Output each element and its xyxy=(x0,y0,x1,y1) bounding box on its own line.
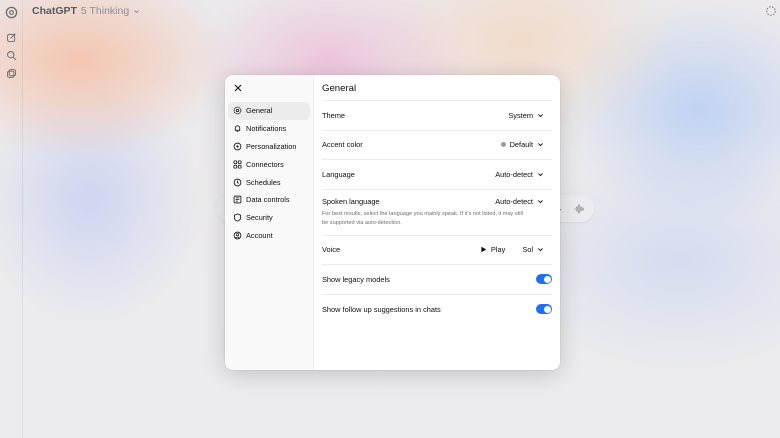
spoken-language-label: Spoken language xyxy=(322,197,380,206)
nav-item-schedules[interactable]: Schedules xyxy=(228,173,310,191)
theme-value: System xyxy=(508,110,533,120)
language-value: Auto-detect xyxy=(495,169,533,179)
nav-label: Connectors xyxy=(246,159,284,169)
voice-mode-icon[interactable] xyxy=(573,202,585,214)
voice-select[interactable]: Sol xyxy=(522,245,552,254)
accent-color-value: Default xyxy=(509,140,533,150)
spoken-language-description: For best results, select the language yo… xyxy=(322,211,523,226)
temporary-chat-icon[interactable] xyxy=(765,4,779,18)
spoken-language-value: Auto-detect xyxy=(495,197,533,206)
shield-icon xyxy=(233,213,242,222)
legacy-models-row: Show legacy models xyxy=(322,265,552,295)
nav-item-account[interactable]: Account xyxy=(228,227,310,245)
data-controls-icon xyxy=(233,196,242,204)
new-chat-icon[interactable] xyxy=(4,30,18,44)
close-icon xyxy=(234,84,242,92)
follow-up-suggestions-row: Show follow up suggestions in chats xyxy=(322,295,552,325)
nav-item-personalization[interactable]: Personalization xyxy=(228,138,310,156)
nav-item-general[interactable]: General xyxy=(228,102,310,120)
chevron-down-icon xyxy=(538,143,543,147)
chevron-down-icon xyxy=(538,172,543,176)
accent-color-select[interactable]: Default xyxy=(500,140,552,150)
gear-icon xyxy=(233,107,242,115)
accent-color-label: Accent color xyxy=(322,140,363,150)
left-rail xyxy=(0,0,23,438)
accent-color-row: Accent color Default xyxy=(322,131,552,160)
play-label: Play xyxy=(490,245,506,255)
settings-title: General xyxy=(322,75,552,101)
nav-item-connectors[interactable]: Connectors xyxy=(228,155,310,173)
chevron-down-icon xyxy=(538,248,543,252)
settings-nav: General Notifications Personalization Co… xyxy=(225,102,313,244)
nav-label: Personalization xyxy=(246,141,297,151)
account-icon xyxy=(233,231,242,240)
close-button[interactable] xyxy=(233,83,243,93)
nav-item-security[interactable]: Security xyxy=(228,209,310,227)
legacy-models-toggle[interactable] xyxy=(536,274,552,285)
spoken-language-row: Spoken language Auto-detect For best res… xyxy=(322,190,552,236)
theme-row: Theme System xyxy=(322,101,552,131)
follow-up-suggestions-label: Show follow up suggestions in chats xyxy=(322,304,441,314)
play-voice-button[interactable]: Play xyxy=(480,245,505,254)
settings-dialog: General Notifications Personalization Co… xyxy=(225,75,560,370)
model-selector[interactable]: ChatGPT 5 Thinking xyxy=(32,5,140,17)
language-label: Language xyxy=(322,169,355,179)
follow-up-suggestions-toggle[interactable] xyxy=(536,304,552,315)
nav-label: Account xyxy=(246,230,273,240)
voice-value: Sol xyxy=(522,245,533,255)
voice-row: Voice Play Sol xyxy=(322,236,552,265)
clock-icon xyxy=(233,178,242,186)
app-title: ChatGPT xyxy=(32,5,77,17)
personalization-icon xyxy=(233,142,242,151)
legacy-models-label: Show legacy models xyxy=(322,274,390,284)
theme-select[interactable]: System xyxy=(508,111,552,120)
language-row: Language Auto-detect xyxy=(322,160,552,190)
chevron-down-icon xyxy=(538,113,543,117)
nav-label: Schedules xyxy=(246,177,281,187)
openai-logo-icon[interactable] xyxy=(4,5,18,19)
settings-sidebar: General Notifications Personalization Co… xyxy=(225,75,314,370)
spoken-language-select[interactable]: Auto-detect xyxy=(495,197,552,206)
search-icon[interactable] xyxy=(4,48,18,62)
nav-item-notifications[interactable]: Notifications xyxy=(228,120,310,138)
voice-label: Voice xyxy=(322,245,341,255)
chevron-down-icon xyxy=(538,200,543,204)
theme-label: Theme xyxy=(322,110,346,120)
accent-color-swatch xyxy=(500,142,506,148)
connectors-icon xyxy=(233,160,242,169)
play-icon xyxy=(481,246,487,253)
bell-icon xyxy=(234,125,241,133)
language-select[interactable]: Auto-detect xyxy=(495,170,552,179)
nav-item-data-controls[interactable]: Data controls xyxy=(228,191,310,209)
nav-label: General xyxy=(246,106,273,116)
chevron-down-icon xyxy=(134,9,140,13)
model-name: 5 Thinking xyxy=(80,5,130,17)
nav-label: Notifications xyxy=(246,124,287,134)
nav-label: Security xyxy=(246,213,273,223)
settings-content: General Theme System Accent color Defaul… xyxy=(314,75,560,370)
nav-label: Data controls xyxy=(246,195,290,205)
library-icon[interactable] xyxy=(4,66,18,80)
